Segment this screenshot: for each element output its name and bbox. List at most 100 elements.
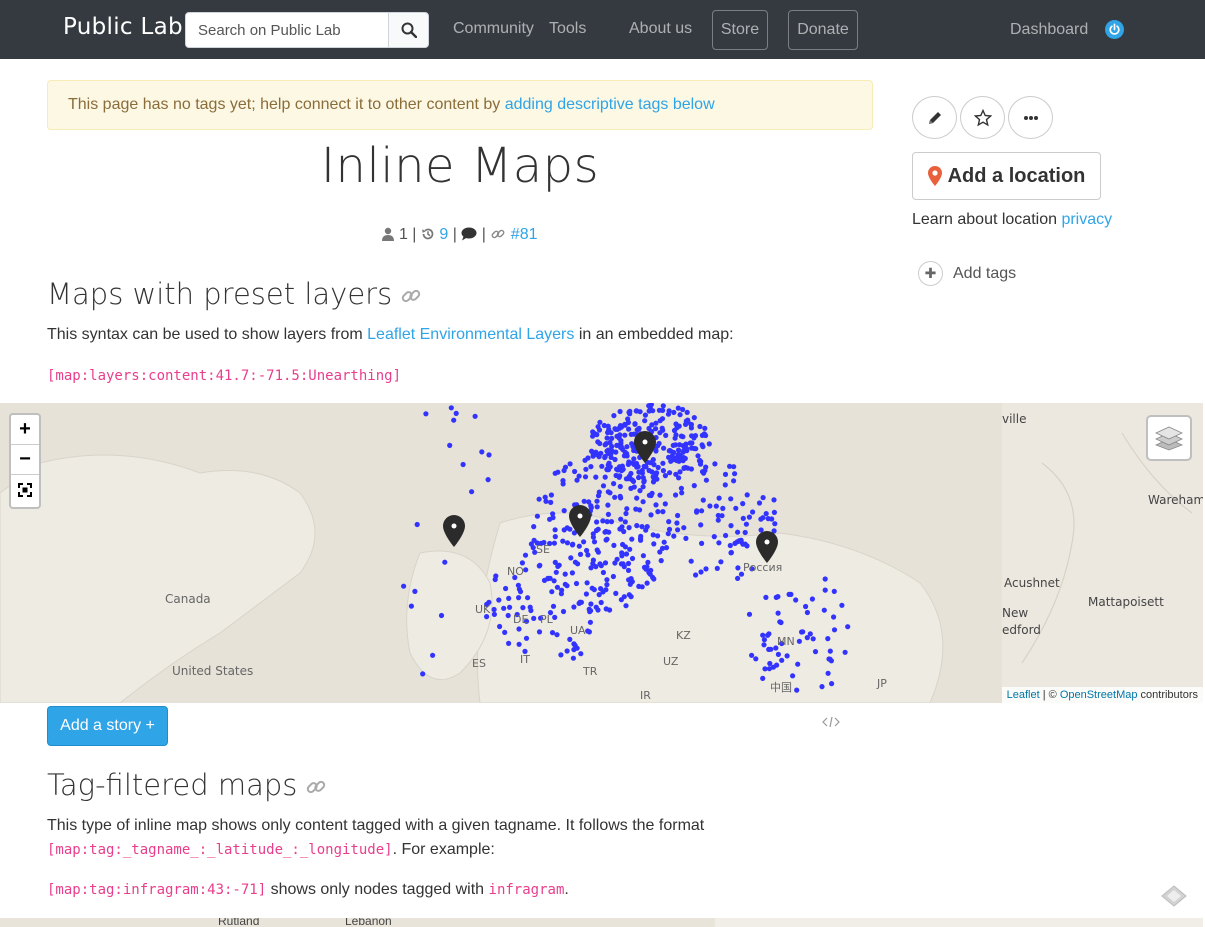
map-dot[interactable] bbox=[688, 558, 694, 564]
map-dot[interactable] bbox=[731, 478, 737, 484]
map-dot[interactable] bbox=[430, 652, 436, 658]
map-dot[interactable] bbox=[716, 495, 722, 501]
map-dot[interactable] bbox=[628, 576, 634, 582]
map-dot[interactable] bbox=[804, 635, 810, 641]
map-dot[interactable] bbox=[674, 520, 680, 526]
map-dot[interactable] bbox=[671, 533, 677, 539]
map-dot[interactable] bbox=[612, 560, 618, 566]
map-dot[interactable] bbox=[522, 552, 529, 558]
nav-community[interactable]: Community bbox=[453, 20, 534, 38]
map-dot[interactable] bbox=[839, 602, 845, 608]
zoom-out-button[interactable]: − bbox=[11, 445, 39, 475]
map-dot[interactable] bbox=[671, 409, 677, 415]
map-dot[interactable] bbox=[536, 629, 543, 635]
map-dot[interactable] bbox=[845, 624, 851, 630]
map-dot[interactable] bbox=[505, 612, 511, 619]
map-dot[interactable] bbox=[593, 474, 599, 480]
map-dot[interactable] bbox=[775, 651, 782, 657]
map-dot[interactable] bbox=[594, 519, 600, 525]
map-dot[interactable] bbox=[623, 551, 630, 557]
map-dot[interactable] bbox=[703, 477, 710, 483]
map-dot[interactable] bbox=[765, 632, 771, 638]
map-dot[interactable] bbox=[831, 614, 837, 620]
map-dot[interactable] bbox=[569, 542, 576, 548]
map-dot[interactable] bbox=[596, 427, 603, 433]
osm-attrib-link[interactable]: OpenStreetMap bbox=[1060, 689, 1138, 701]
map-dot[interactable] bbox=[728, 496, 734, 502]
map-dot[interactable] bbox=[552, 614, 558, 620]
map-dot[interactable] bbox=[650, 479, 657, 485]
map-dot[interactable] bbox=[655, 533, 661, 539]
map-dot[interactable] bbox=[784, 653, 790, 659]
map-dot[interactable] bbox=[750, 509, 756, 515]
map-dot[interactable] bbox=[617, 483, 623, 490]
map-dot[interactable] bbox=[622, 432, 628, 438]
map-dot[interactable] bbox=[666, 408, 672, 414]
map-dot[interactable] bbox=[584, 580, 590, 586]
map-dot[interactable] bbox=[662, 473, 669, 479]
map-dot[interactable] bbox=[491, 606, 497, 613]
map-dot[interactable] bbox=[641, 463, 647, 469]
map-dot[interactable] bbox=[607, 490, 613, 496]
map-dot[interactable] bbox=[655, 509, 661, 515]
map-dot[interactable] bbox=[732, 540, 738, 546]
map-dot[interactable] bbox=[596, 592, 602, 598]
map-dot[interactable] bbox=[438, 612, 445, 619]
map-dot[interactable] bbox=[600, 569, 607, 576]
map-dot[interactable] bbox=[636, 583, 642, 589]
map-dot[interactable] bbox=[804, 609, 811, 616]
map-dot[interactable] bbox=[707, 503, 713, 509]
map-dot[interactable] bbox=[602, 560, 609, 566]
map-dot[interactable] bbox=[812, 649, 819, 655]
map-dot[interactable] bbox=[560, 478, 566, 484]
nav-about-us[interactable]: About us bbox=[629, 20, 692, 38]
map-dot[interactable] bbox=[662, 501, 668, 507]
add-location-button[interactable]: Add a location bbox=[912, 152, 1101, 200]
map-dot[interactable] bbox=[611, 542, 617, 548]
map-dot[interactable] bbox=[760, 675, 766, 681]
map-dot[interactable] bbox=[581, 498, 587, 504]
map-dot[interactable] bbox=[560, 538, 566, 544]
map-dot[interactable] bbox=[775, 610, 781, 616]
map-dot[interactable] bbox=[628, 594, 634, 600]
map-dot[interactable] bbox=[542, 494, 548, 500]
map-dot[interactable] bbox=[590, 433, 596, 439]
map-dot[interactable] bbox=[825, 636, 831, 642]
map-dot[interactable] bbox=[657, 418, 663, 424]
map-dot[interactable] bbox=[642, 418, 648, 424]
map-dot[interactable] bbox=[571, 604, 577, 610]
map-dot[interactable] bbox=[408, 603, 414, 609]
map-dot[interactable] bbox=[644, 524, 650, 530]
map-dot[interactable] bbox=[588, 464, 594, 470]
map-dot[interactable] bbox=[485, 477, 491, 483]
map-dot[interactable] bbox=[591, 587, 597, 593]
map-dot[interactable] bbox=[743, 521, 750, 527]
map-dot[interactable] bbox=[660, 460, 666, 466]
map-dot[interactable] bbox=[573, 580, 580, 587]
map-dot[interactable] bbox=[624, 506, 630, 512]
map-dot[interactable] bbox=[793, 597, 799, 603]
map-dot[interactable] bbox=[636, 425, 642, 431]
map-dot[interactable] bbox=[451, 417, 457, 423]
map-dot[interactable] bbox=[626, 409, 632, 415]
map-dot[interactable] bbox=[771, 509, 778, 515]
map-dot[interactable] bbox=[628, 470, 634, 477]
map-dot[interactable] bbox=[578, 599, 585, 605]
map-dot[interactable] bbox=[634, 523, 640, 529]
map-dot[interactable] bbox=[826, 656, 832, 662]
map-dot[interactable] bbox=[629, 441, 635, 447]
map-dot[interactable] bbox=[673, 492, 679, 498]
map-dot[interactable] bbox=[606, 529, 612, 535]
map-dot[interactable] bbox=[740, 501, 746, 507]
map-dot[interactable] bbox=[625, 567, 632, 573]
map-dot[interactable] bbox=[561, 527, 567, 533]
map-dot[interactable] bbox=[554, 584, 561, 590]
star-button[interactable] bbox=[960, 96, 1005, 139]
map-dot[interactable] bbox=[654, 470, 660, 476]
map-dot[interactable] bbox=[414, 521, 420, 528]
add-tags-button[interactable]: ✚ Add tags bbox=[918, 261, 1016, 286]
map-dot[interactable] bbox=[585, 455, 591, 461]
map-dot[interactable] bbox=[583, 591, 590, 597]
map-dot[interactable] bbox=[656, 407, 663, 413]
map-dot[interactable] bbox=[629, 555, 636, 562]
